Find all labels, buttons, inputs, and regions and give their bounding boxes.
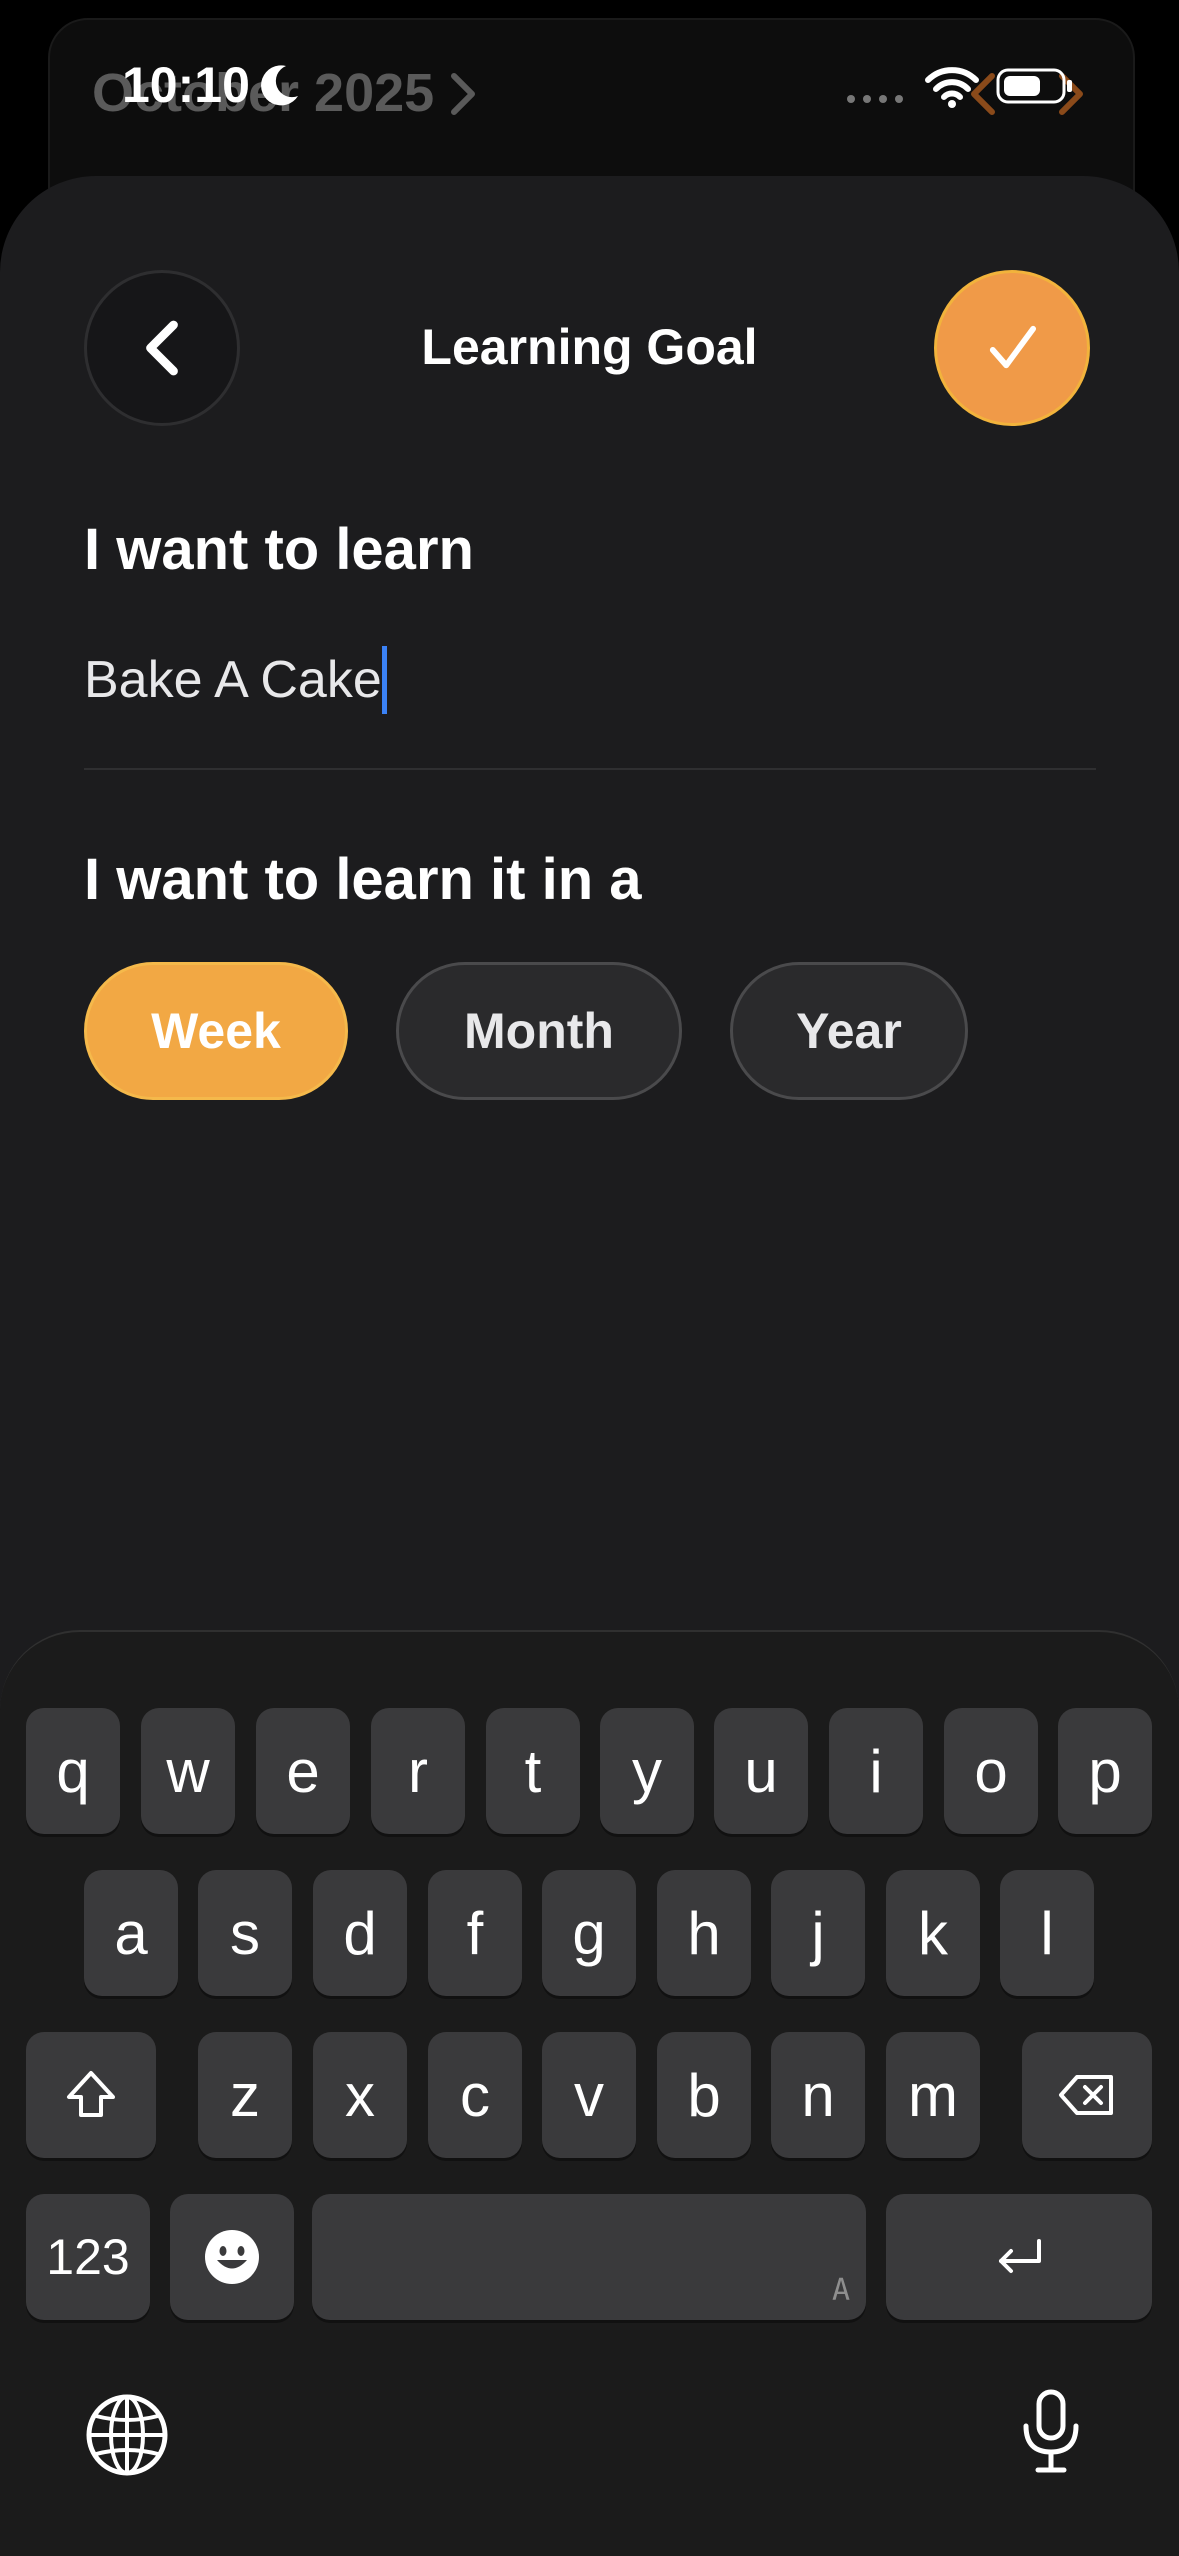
learning-goal-input-value: Bake A Cake — [84, 651, 382, 709]
period-option-week[interactable]: Week — [84, 962, 348, 1100]
microphone-icon[interactable] — [1006, 2386, 1096, 2476]
key-o[interactable]: o — [944, 1708, 1038, 1834]
backspace-icon — [1059, 2075, 1113, 2115]
key-w[interactable]: w — [141, 1708, 235, 1834]
key-q[interactable]: q — [26, 1708, 120, 1834]
key-j[interactable]: j — [771, 1870, 865, 1996]
key-c[interactable]: c — [428, 2032, 522, 2158]
key-x[interactable]: x — [313, 2032, 407, 2158]
battery-icon — [996, 68, 1072, 104]
emoji-icon — [205, 2230, 259, 2284]
shift-key[interactable] — [26, 2032, 156, 2158]
numbers-key[interactable]: 123 — [26, 2194, 150, 2320]
period-label: I want to learn it in a — [84, 847, 642, 912]
globe-icon[interactable] — [82, 2390, 172, 2480]
key-y[interactable]: y — [600, 1708, 694, 1834]
learning-goal-input[interactable]: Bake A Cake — [84, 640, 1096, 720]
key-m[interactable]: m — [886, 2032, 980, 2158]
key-a[interactable]: a — [84, 1870, 178, 1996]
signal-dots-icon — [847, 95, 903, 103]
learn-label: I want to learn — [84, 517, 474, 582]
key-z[interactable]: z — [198, 2032, 292, 2158]
screen: October 2025 10:10 Learning Goal I want … — [0, 0, 1179, 2556]
key-u[interactable]: u — [714, 1708, 808, 1834]
wifi-icon — [925, 67, 979, 108]
key-b[interactable]: b — [657, 2032, 751, 2158]
emoji-key[interactable] — [170, 2194, 294, 2320]
space-key[interactable]: A — [312, 2194, 866, 2320]
key-e[interactable]: e — [256, 1708, 350, 1834]
key-g[interactable]: g — [542, 1870, 636, 1996]
confirm-button[interactable] — [934, 270, 1090, 426]
key-k[interactable]: k — [886, 1870, 980, 1996]
shift-icon — [67, 2071, 115, 2117]
moon-icon — [261, 65, 298, 106]
return-icon — [999, 2239, 1041, 2273]
key-f[interactable]: f — [428, 1870, 522, 1996]
input-divider — [84, 768, 1096, 770]
period-option-month[interactable]: Month — [396, 962, 682, 1100]
key-t[interactable]: t — [486, 1708, 580, 1834]
key-h[interactable]: h — [657, 1870, 751, 1996]
space-key-mark: A — [831, 2273, 850, 2308]
text-caret — [381, 646, 387, 714]
key-s[interactable]: s — [198, 1870, 292, 1996]
delete-key[interactable] — [1022, 2032, 1152, 2158]
key-i[interactable]: i — [829, 1708, 923, 1834]
status-time: 10:10 — [122, 57, 250, 113]
key-l[interactable]: l — [1000, 1870, 1094, 1996]
key-r[interactable]: r — [371, 1708, 465, 1834]
return-key[interactable] — [886, 2194, 1152, 2320]
key-v[interactable]: v — [542, 2032, 636, 2158]
chevron-right-icon — [451, 73, 475, 115]
period-option-year[interactable]: Year — [730, 962, 968, 1100]
key-p[interactable]: p — [1058, 1708, 1152, 1834]
checkmark-icon — [989, 325, 1037, 369]
key-d[interactable]: d — [313, 1870, 407, 1996]
key-n[interactable]: n — [771, 2032, 865, 2158]
